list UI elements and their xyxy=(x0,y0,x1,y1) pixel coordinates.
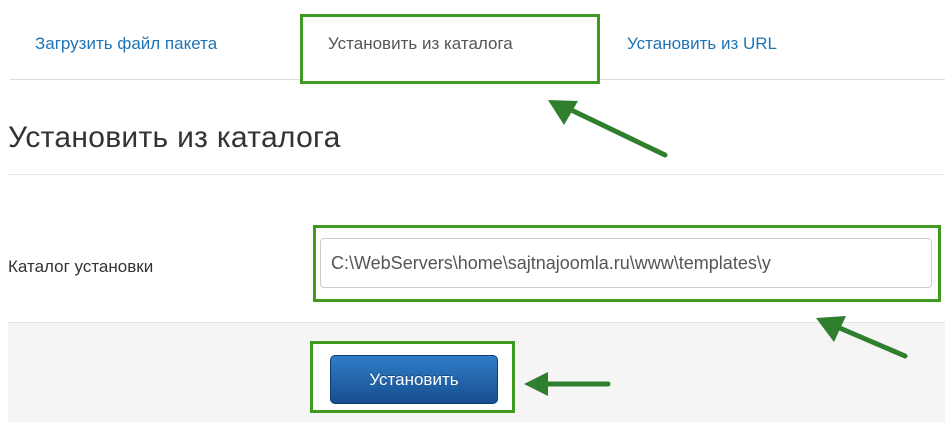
directory-label: Каталог установки xyxy=(8,257,154,276)
tab-install-from-directory[interactable]: Установить из каталога xyxy=(300,14,600,84)
arrow-icon xyxy=(548,100,668,158)
tab-install-from-url[interactable]: Установить из URL xyxy=(627,34,777,54)
install-button[interactable]: Установить xyxy=(330,355,498,404)
tab-install-from-directory-label: Установить из каталога xyxy=(328,34,513,53)
divider xyxy=(8,174,945,175)
arrow-icon xyxy=(816,316,908,359)
page-title: Установить из каталога xyxy=(8,121,341,154)
tab-upload-package[interactable]: Загрузить файл пакета xyxy=(35,34,217,54)
arrow-icon xyxy=(524,372,611,396)
install-directory-input[interactable] xyxy=(320,238,932,288)
